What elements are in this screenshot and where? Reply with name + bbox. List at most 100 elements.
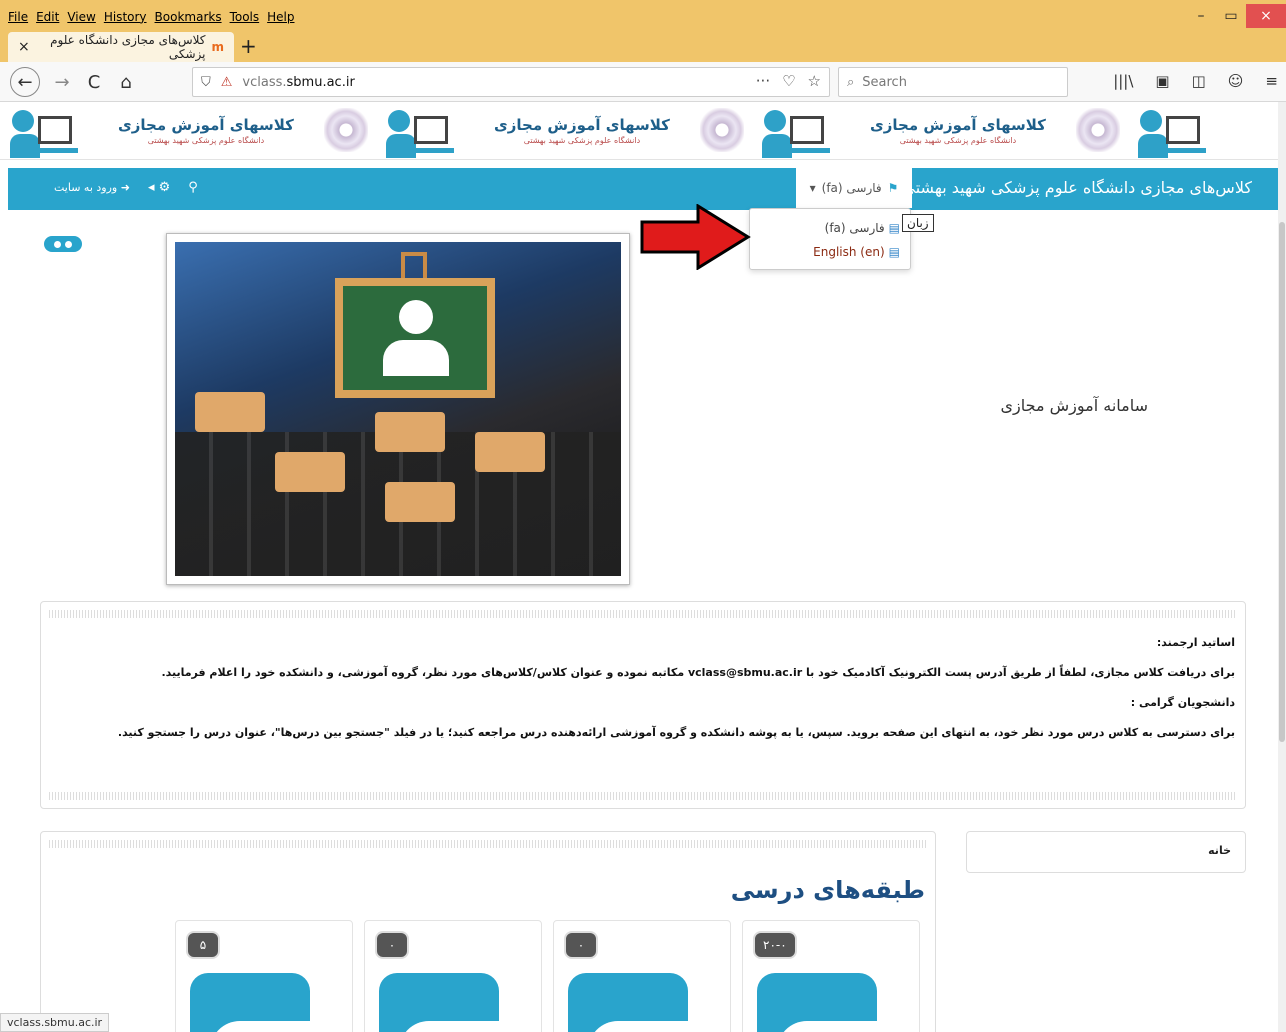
- settings-gear-icon[interactable]: ◂ ⚙: [148, 180, 170, 195]
- notice-block: اساتید ارجمند: برای دریافت کلاس مجازی، ل…: [40, 601, 1246, 809]
- login-icon: ➜: [117, 181, 130, 194]
- bookmark-star-icon[interactable]: ☆: [808, 72, 821, 90]
- banner-unit: [1128, 102, 1278, 159]
- language-menu-button[interactable]: ⚑ فارسی (fa) ▾: [796, 168, 912, 208]
- login-label: ورود به سایت: [54, 181, 118, 194]
- search-input[interactable]: ⌕ Search: [838, 67, 1068, 97]
- language-option-en[interactable]: ▤ English (en): [813, 245, 900, 259]
- forward-button[interactable]: →: [48, 68, 76, 96]
- teacher-computer-icon: [10, 108, 80, 158]
- url-domain: vclass.: [242, 74, 287, 90]
- language-option-label: فارسی (fa): [824, 221, 885, 235]
- banner-subtitle: دانشگاه علوم پزشکی شهید بهشتی: [523, 136, 641, 145]
- url-actions: ··· ♡ ☆: [756, 72, 821, 90]
- hero-image: [166, 233, 630, 585]
- browser-tab[interactable]: m کلاس‌های مجازی دانشگاه علوم پزشکی ×: [8, 32, 234, 62]
- category-count-badge: ۲۰-۰: [753, 931, 797, 959]
- banner-subtitle: دانشگاه علوم پزشکی شهید بهشتی: [899, 136, 1017, 145]
- category-card[interactable]: ۲۰-۰: [742, 920, 920, 1032]
- page-actions-icon[interactable]: ···: [756, 72, 770, 90]
- navigation-block: خانه: [966, 831, 1246, 873]
- language-current: فارسی (fa): [821, 181, 882, 195]
- library-icon[interactable]: |||\: [1113, 72, 1133, 90]
- menu-view[interactable]: View: [67, 10, 95, 24]
- category-card[interactable]: ۰: [364, 920, 542, 1032]
- folder-icon: [757, 973, 917, 1032]
- search-icon: ⌕: [847, 74, 855, 90]
- hero-title: سامانه آموزش مجازی: [1000, 396, 1149, 415]
- minimize-button[interactable]: –: [1186, 4, 1216, 28]
- banner-title: کلاسهای آموزش مجازی: [494, 116, 670, 134]
- maximize-button[interactable]: ▭: [1216, 4, 1246, 28]
- category-count-badge: ۰: [564, 931, 598, 959]
- banner-unit: کلاسهای آموزش مجازی دانشگاه علوم پزشکی شه…: [376, 102, 752, 159]
- reader-view-icon[interactable]: ▣: [1155, 72, 1169, 90]
- insecure-lock-icon[interactable]: ⚠: [221, 75, 233, 90]
- status-url: vclass.sbmu.ac.ir: [0, 1013, 110, 1032]
- folder-icon: [190, 973, 350, 1032]
- folder-icon: [379, 973, 539, 1032]
- menu-help[interactable]: Help: [267, 10, 294, 24]
- menu-bookmarks[interactable]: Bookmarks: [155, 10, 222, 24]
- account-icon[interactable]: ☺: [1228, 72, 1244, 90]
- teacher-computer-icon: [386, 108, 456, 158]
- site-favicon-icon: m: [211, 40, 224, 54]
- language-option-fa[interactable]: ▤ فارسی (fa): [825, 221, 900, 235]
- notice-teachers-text: برای دریافت کلاس مجازی، لطفاً از طریق آد…: [161, 666, 1235, 679]
- window-controls: – ▭ ×: [1186, 4, 1286, 28]
- banner-unit: کلاسهای آموزش مجازی دانشگاه علوم پزشکی شه…: [752, 102, 1128, 159]
- site-banner: کلاسهای آموزش مجازی دانشگاه علوم پزشکی شه…: [0, 102, 1278, 160]
- university-seal-icon: [700, 108, 744, 152]
- chevron-down-icon: ▾: [809, 181, 816, 195]
- menu-file[interactable]: File: [8, 10, 28, 24]
- categories-title: طبقه‌های درسی: [730, 876, 925, 904]
- page-scrollbar[interactable]: [1278, 102, 1286, 1032]
- close-window-button[interactable]: ×: [1246, 4, 1286, 28]
- book-icon: ▤: [888, 245, 900, 259]
- banner-title: کلاسهای آموزش مجازی: [870, 116, 1046, 134]
- shield-icon[interactable]: ⛉: [201, 75, 211, 90]
- back-button[interactable]: ←: [10, 67, 40, 97]
- sidebar-icon[interactable]: ◫: [1192, 72, 1206, 90]
- menu-edit[interactable]: Edit: [36, 10, 59, 24]
- tab-close-icon[interactable]: ×: [18, 39, 30, 55]
- toolbar-icons: |||\ ▣ ◫ ☺ ≡: [1113, 72, 1278, 90]
- banner-unit: کلاسهای آموزش مجازی دانشگاه علوم پزشکی شه…: [0, 102, 376, 159]
- virtual-classroom-illustration: [175, 242, 621, 576]
- category-count-badge: ۰: [375, 931, 409, 959]
- site-name[interactable]: کلاس‌های مجازی دانشگاه علوم پزشکی شهید ب…: [902, 178, 1252, 197]
- reload-button[interactable]: C: [80, 68, 108, 96]
- pocket-icon[interactable]: ♡: [782, 72, 795, 90]
- browser-menubar: File Edit View History Bookmarks Tools H…: [0, 0, 1286, 62]
- slider-dots[interactable]: [44, 236, 82, 252]
- teacher-computer-icon: [1138, 108, 1208, 158]
- url-host: sbmu.ac.ir: [286, 74, 355, 90]
- category-count-badge: ۵: [186, 931, 220, 959]
- folder-icon: [568, 973, 728, 1032]
- category-card[interactable]: ۰: [553, 920, 731, 1032]
- tab-title: کلاس‌های مجازی دانشگاه علوم پزشکی: [50, 33, 206, 61]
- language-tooltip: زبان: [902, 214, 934, 232]
- url-bar[interactable]: ⛉ ⚠ vclass.sbmu.ac.ir ··· ♡ ☆: [192, 67, 830, 97]
- home-button[interactable]: ⌂: [112, 68, 140, 96]
- language-dropdown: ▤ فارسی (fa) ▤ English (en): [749, 208, 911, 270]
- menu-history[interactable]: History: [104, 10, 147, 24]
- scrollbar-thumb[interactable]: [1279, 222, 1285, 742]
- notice-students-heading: دانشجویان گرامی :: [1130, 696, 1235, 709]
- red-arrow-annotation: [640, 204, 751, 270]
- university-seal-icon: [1076, 108, 1120, 152]
- menu-tools[interactable]: Tools: [230, 10, 260, 24]
- menu-list: File Edit View History Bookmarks Tools H…: [8, 10, 295, 24]
- home-link[interactable]: خانه: [1208, 844, 1231, 857]
- new-tab-button[interactable]: +: [240, 34, 257, 58]
- flag-icon: ⚑: [887, 181, 899, 195]
- category-card[interactable]: ۵: [175, 920, 353, 1032]
- web-page: کلاسهای آموزش مجازی دانشگاه علوم پزشکی شه…: [0, 102, 1278, 1032]
- university-seal-icon: [324, 108, 368, 152]
- course-categories-block: طبقه‌های درسی ۵ ۰ ۰ ۲۰-۰: [40, 831, 936, 1032]
- banner-subtitle: دانشگاه علوم پزشکی شهید بهشتی: [147, 136, 265, 145]
- search-icon[interactable]: ⚲: [188, 180, 198, 195]
- search-placeholder: Search: [862, 74, 907, 90]
- hamburger-menu-icon[interactable]: ≡: [1265, 72, 1278, 90]
- login-link[interactable]: ➜ ورود به سایت: [54, 181, 130, 194]
